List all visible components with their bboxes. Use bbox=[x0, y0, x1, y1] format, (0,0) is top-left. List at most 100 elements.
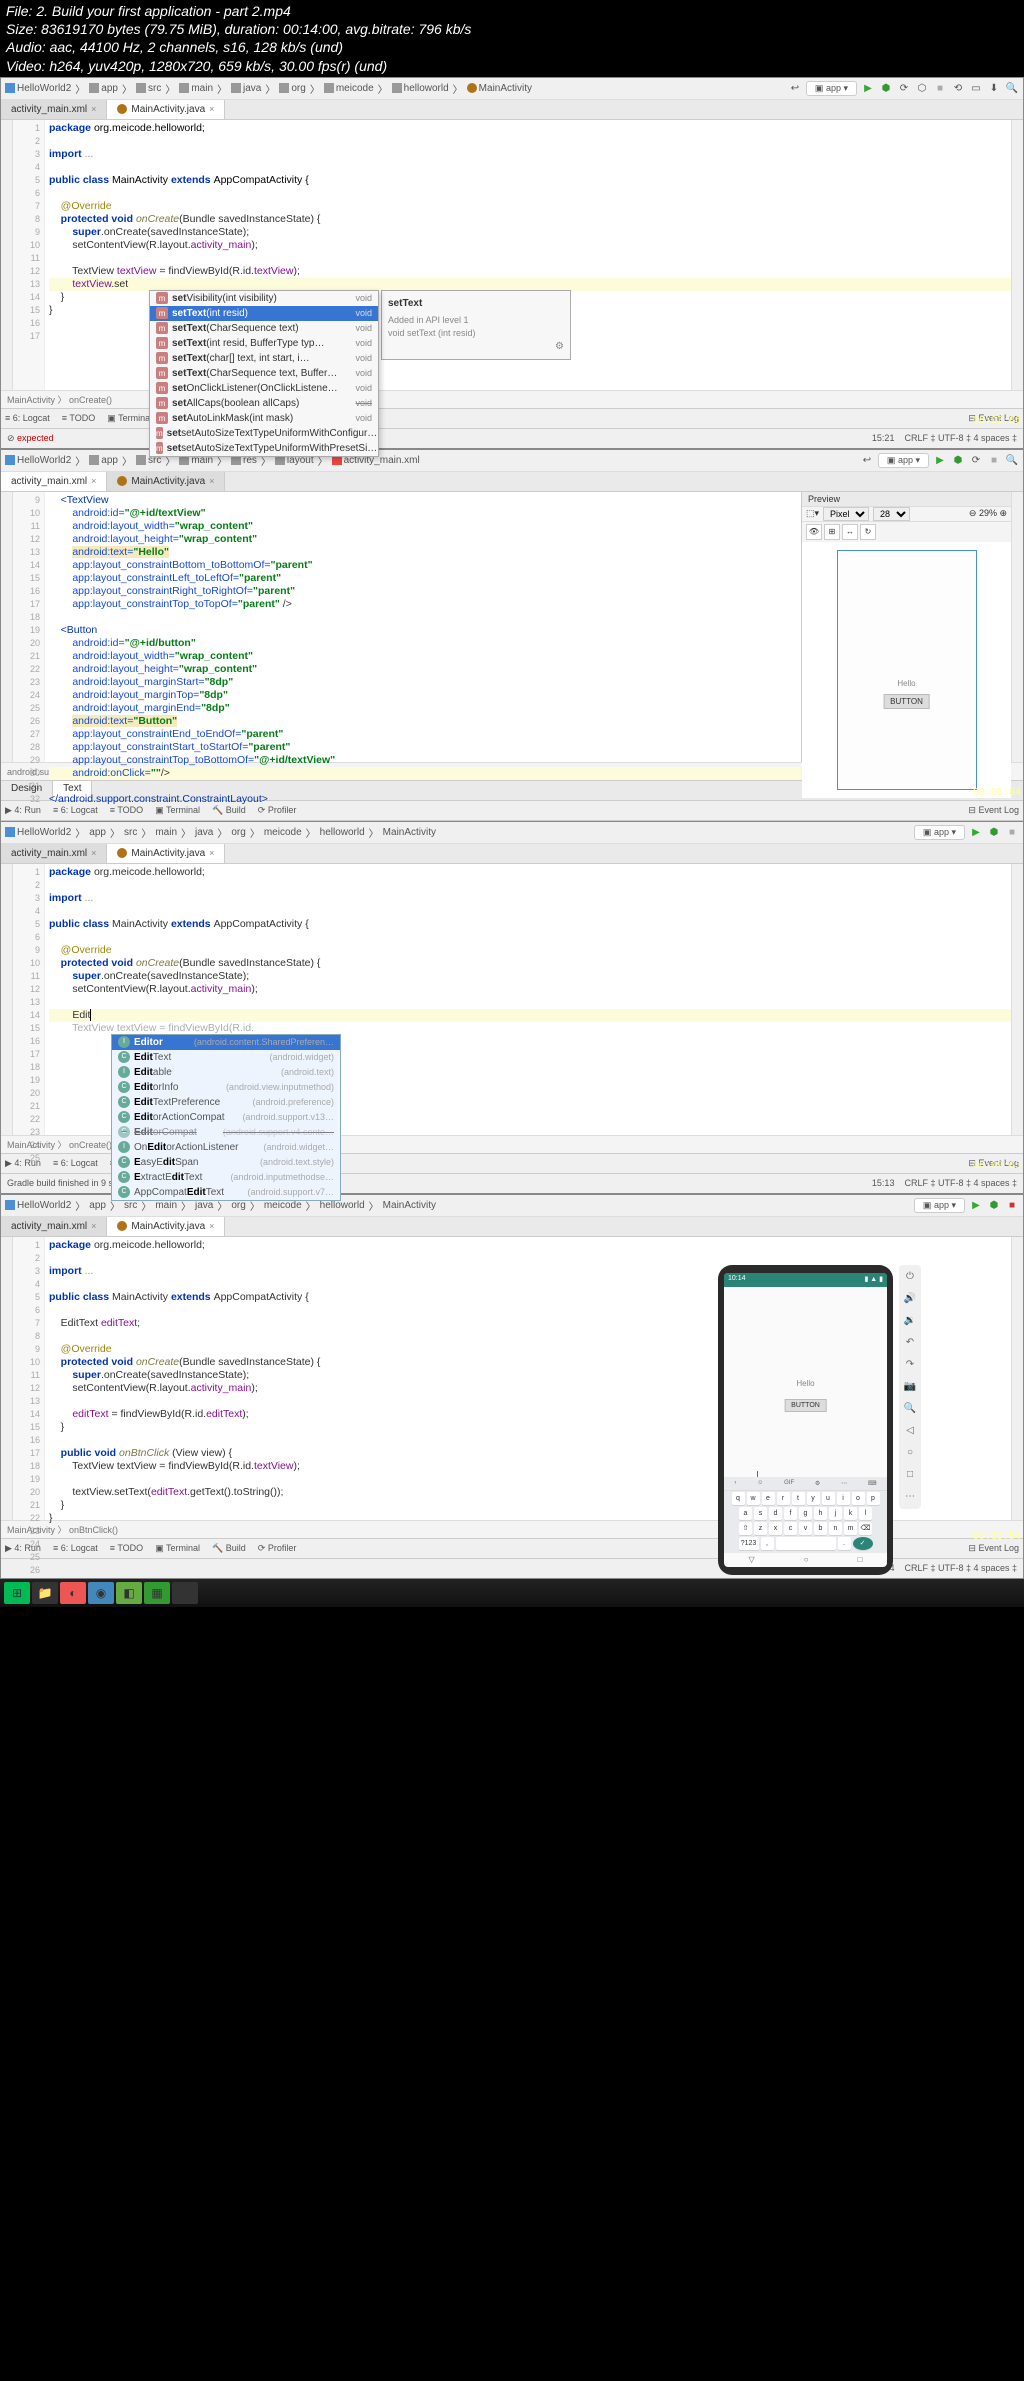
emu-key[interactable]: u bbox=[822, 1492, 835, 1505]
meta-video: Video: h264, yuv420p, 1280x720, 659 kb/s… bbox=[6, 57, 1018, 75]
attach-icon[interactable]: ⬡ bbox=[915, 81, 929, 95]
tab-logcat[interactable]: ≡ 6: Logcat bbox=[5, 413, 50, 423]
emu-power-icon[interactable]: ⏻ bbox=[902, 1269, 918, 1285]
run-config[interactable]: ▣ app ▾ bbox=[806, 81, 857, 96]
emu-screenshot-icon[interactable]: 📷 bbox=[902, 1379, 918, 1395]
emu-back-icon[interactable]: ◁ bbox=[902, 1423, 918, 1439]
api-select[interactable]: 28 bbox=[873, 507, 910, 521]
nav-seg[interactable]: app bbox=[89, 83, 118, 94]
emu-key-space[interactable] bbox=[776, 1537, 836, 1550]
tab-xml[interactable]: activity_main.xml× bbox=[1, 100, 107, 119]
code-editor-3[interactable]: package org.meicode.helloworld; import .… bbox=[45, 864, 1011, 1135]
emu-key[interactable]: p bbox=[867, 1492, 880, 1505]
autocomplete-popup-2[interactable]: IEditor(android.content.SharedPreferen… … bbox=[111, 1034, 341, 1201]
timestamp-3: 00:09:03 bbox=[973, 1160, 1021, 1171]
emu-volup-icon[interactable]: 🔊 bbox=[902, 1291, 918, 1307]
design-tab[interactable]: Design bbox=[1, 781, 53, 800]
tab-terminal[interactable]: ▣ Terminal bbox=[107, 413, 152, 424]
emu-key[interactable]: s bbox=[754, 1507, 767, 1520]
right-tool-gutter[interactable] bbox=[1011, 120, 1023, 390]
timestamp-2: 00:06:04 bbox=[973, 787, 1021, 798]
quick-doc: setText Added in API level 1 void setTex… bbox=[381, 290, 571, 360]
code-editor[interactable]: package org.meicode.helloworld; import .… bbox=[45, 120, 1011, 390]
emu-key[interactable]: a bbox=[739, 1507, 752, 1520]
tab-todo[interactable]: ≡ TODO bbox=[62, 413, 95, 423]
ide-frame-2: 00:06:04 HelloWorld2 〉app 〉src 〉main 〉re… bbox=[0, 449, 1024, 821]
emu-key[interactable]: f bbox=[784, 1507, 797, 1520]
meta-audio: Audio: aac, 44100 Hz, 2 channels, s16, 1… bbox=[6, 38, 1018, 56]
emu-more-icon[interactable]: ⋯ bbox=[902, 1489, 918, 1505]
emu-key[interactable]: j bbox=[829, 1507, 842, 1520]
tab-xml-active[interactable]: activity_main.xml× bbox=[1, 472, 107, 491]
emu-key[interactable]: t bbox=[792, 1492, 805, 1505]
xml-editor[interactable]: <TextView android:id="@+id/textView" and… bbox=[45, 492, 801, 762]
avd-icon[interactable]: ▭ bbox=[969, 81, 983, 95]
emu-rotate-left-icon[interactable]: ↶ bbox=[902, 1335, 918, 1351]
emu-zoom-icon[interactable]: 🔍 bbox=[902, 1401, 918, 1417]
start-button[interactable]: ⊞ bbox=[4, 1582, 30, 1604]
sync-icon[interactable]: ⟲ bbox=[951, 81, 965, 95]
line-numbers: 12345 678910 1112131415 1617 bbox=[13, 120, 45, 390]
emu-key[interactable]: o bbox=[852, 1492, 865, 1505]
emu-key[interactable]: z bbox=[754, 1522, 767, 1535]
device-preview[interactable]: Hello BUTTON bbox=[837, 550, 977, 790]
emu-key[interactable]: d bbox=[769, 1507, 782, 1520]
emu-key-sym[interactable]: ?123 bbox=[739, 1537, 759, 1550]
emu-nav-back-icon[interactable]: ▽ bbox=[749, 1555, 755, 1564]
tab-java[interactable]: MainActivity.java× bbox=[107, 100, 225, 119]
profile-icon[interactable]: ⟳ bbox=[897, 81, 911, 95]
timestamp-1: 00:03:06 bbox=[973, 415, 1021, 426]
emu-voldown-icon[interactable]: 🔉 bbox=[902, 1313, 918, 1329]
back-icon[interactable]: ↩ bbox=[788, 81, 802, 95]
autocomplete-popup[interactable]: msetVisibility(int visibility)void msetT… bbox=[149, 290, 379, 457]
meta-size: Size: 83619170 bytes (79.75 MiB), durati… bbox=[6, 20, 1018, 38]
ac-item[interactable]: msetVisibility(int visibility)void bbox=[150, 291, 378, 306]
emu-app-button[interactable]: BUTTON bbox=[784, 1399, 827, 1412]
emu-key[interactable]: e bbox=[762, 1492, 775, 1505]
emu-rotate-right-icon[interactable]: ↷ bbox=[902, 1357, 918, 1373]
ide-frame-3: 00:09:03 HelloWorld2 〉app 〉src 〉main 〉ja… bbox=[0, 821, 1024, 1194]
emu-key[interactable]: b bbox=[814, 1522, 827, 1535]
stop-icon[interactable]: ■ bbox=[933, 81, 947, 95]
emu-key[interactable]: v bbox=[799, 1522, 812, 1535]
emu-key[interactable]: k bbox=[844, 1507, 857, 1520]
emu-nav-overview-icon[interactable]: □ bbox=[858, 1555, 863, 1564]
debug-icon[interactable]: ⬢ bbox=[879, 81, 893, 95]
emu-key[interactable]: q bbox=[732, 1492, 745, 1505]
preview-panel: Preview ⬚▾ Pixel 28 ⊖ 29% ⊕ 👁 ⊞ ↔ ↻ Hell… bbox=[801, 492, 1011, 762]
emu-nav-home-icon[interactable]: ○ bbox=[804, 1555, 809, 1564]
emulator-screen[interactable]: 10:14▮ ▲ ▮ Hello BUTTON ‹ ☺ GIF ⚙ ⋯ ⌨ qw… bbox=[724, 1273, 887, 1567]
emu-key[interactable]: n bbox=[829, 1522, 842, 1535]
stop-icon[interactable]: ■ bbox=[1005, 1198, 1019, 1212]
emu-key[interactable]: r bbox=[777, 1492, 790, 1505]
taskbar: ⊞ 📁 ◐ ◉ ◧ ▦ ▮ bbox=[0, 1579, 1024, 1607]
ac-item-selected[interactable]: msetText(int resid)void bbox=[150, 306, 378, 321]
android-emulator: ⏻ 🔊 🔉 ↶ ↷ 📷 🔍 ◁ ○ □ ⋯ 10:14▮ ▲ ▮ Hello B… bbox=[718, 1265, 893, 1575]
emu-key[interactable]: i bbox=[837, 1492, 850, 1505]
emu-key[interactable]: y bbox=[807, 1492, 820, 1505]
nav-project[interactable]: HelloWorld2 bbox=[5, 83, 71, 94]
emu-key[interactable]: h bbox=[814, 1507, 827, 1520]
emu-keyboard: ‹ ☺ GIF ⚙ ⋯ ⌨ qwertyuiop asdfghjkl ⇧zxcv… bbox=[724, 1477, 887, 1553]
emu-home-icon[interactable]: ○ bbox=[902, 1445, 918, 1461]
emu-key-done[interactable]: ✓ bbox=[853, 1537, 873, 1550]
emu-key[interactable]: x bbox=[769, 1522, 782, 1535]
emulator-controls: ⏻ 🔊 🔉 ↶ ↷ 📷 🔍 ◁ ○ □ ⋯ bbox=[899, 1265, 921, 1509]
pt-eye-icon[interactable]: 👁 bbox=[806, 524, 822, 540]
ide-frame-1: 00:03:06 HelloWorld2 〉app 〉src 〉main 〉ja… bbox=[0, 77, 1024, 449]
device-select[interactable]: Pixel bbox=[823, 507, 869, 521]
emu-overview-icon[interactable]: □ bbox=[902, 1467, 918, 1483]
orientation-icon[interactable]: ⬚▾ bbox=[806, 508, 819, 519]
meta-file: File: 2. Build your first application - … bbox=[6, 2, 1018, 20]
emu-key[interactable]: w bbox=[747, 1492, 760, 1505]
search-icon[interactable]: 🔍 bbox=[1005, 81, 1019, 95]
emu-key[interactable]: m bbox=[844, 1522, 857, 1535]
emu-key[interactable]: ⇧ bbox=[739, 1522, 752, 1535]
emu-key[interactable]: ⌫ bbox=[859, 1522, 872, 1535]
emu-key[interactable]: l bbox=[859, 1507, 872, 1520]
emu-key[interactable]: c bbox=[784, 1522, 797, 1535]
emu-key[interactable]: g bbox=[799, 1507, 812, 1520]
run-icon[interactable]: ▶ bbox=[861, 81, 875, 95]
sdk-icon[interactable]: ⬇ bbox=[987, 81, 1001, 95]
left-tool-gutter[interactable] bbox=[1, 120, 13, 390]
